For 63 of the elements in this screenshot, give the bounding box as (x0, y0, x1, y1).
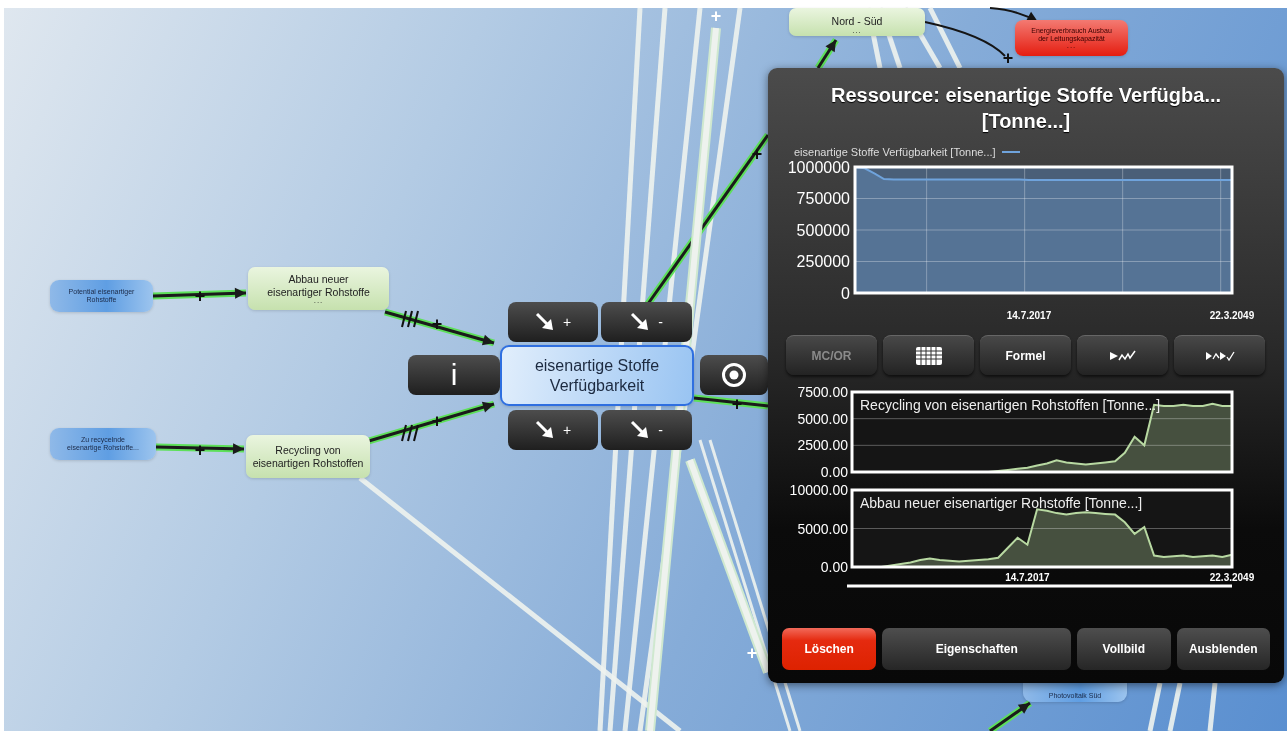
link-tool-button[interactable]: - (601, 410, 692, 450)
axis-tick-label: 7500.00 (797, 384, 848, 401)
panel-button[interactable]: Löschen (782, 628, 877, 670)
link-label: + (731, 394, 743, 414)
panel-title: Ressource: eisenartige Stoffe Verfügba... [Tonne...] (829, 83, 1223, 134)
sign-label: - (658, 422, 663, 438)
link-label: + (710, 6, 722, 26)
axis-tick-label: 22.3.2049 (1209, 310, 1255, 321)
link-line (1167, 682, 1183, 731)
play-step-icon (1204, 349, 1235, 362)
link-label: + (431, 411, 443, 431)
link-tool-button[interactable]: - (601, 302, 692, 342)
axis-tick-label: 22.3.2049 (1209, 572, 1255, 583)
link-label: + (194, 286, 206, 306)
target-icon (721, 362, 747, 388)
diagram-node[interactable]: Nord - Süd ... (789, 8, 925, 36)
link-tool-button[interactable]: + (508, 302, 598, 342)
arrow-icon (630, 312, 651, 332)
link-line (1207, 682, 1218, 731)
axis-tick-label: 250000 (796, 253, 850, 271)
axis-tick-label: 1000000 (787, 159, 850, 176)
sign-label: - (658, 314, 663, 330)
link-label: + (194, 440, 206, 460)
diagram-node[interactable]: Recycling von eisenartigen Rohstoffen (246, 435, 370, 478)
axis-tick-label: 5000.00 (797, 410, 848, 427)
arrow-icon (534, 312, 555, 332)
arrow-icon (534, 420, 555, 440)
diagram-node[interactable]: Abbau neuer eisenartiger Rohstoffe ... (248, 267, 389, 310)
link-label: + (751, 144, 763, 164)
axis-tick-label: 0.00 (820, 464, 848, 481)
link-line (927, 6, 963, 70)
play-chart-button[interactable] (1077, 335, 1168, 375)
play-curve-icon (1108, 348, 1137, 363)
legend-label: eisenartige Stoffe Verfügbarkeit [Tonne...] (794, 146, 996, 158)
axis-tick-label: 5000.00 (797, 520, 848, 537)
info-button[interactable]: i (408, 355, 500, 395)
axis-tick-label: 10000.00 (789, 482, 848, 499)
diagram-node[interactable]: eisenartige Stoffe Verfügbarkeit (500, 345, 694, 406)
axis-tick-label: 14.7.2017 (1006, 310, 1052, 321)
panel-button[interactable]: Vollbild (1077, 628, 1171, 670)
panel-button[interactable]: Eigenschaften (882, 628, 1071, 670)
toolbar-button[interactable]: Formel (980, 335, 1071, 375)
link-label: + (1002, 48, 1014, 68)
link-label: + (431, 314, 443, 334)
axis-tick-label: 0.00 (820, 559, 848, 576)
axis-tick-label: 500000 (796, 221, 850, 239)
axis-tick-label: 2500.00 (797, 437, 848, 454)
sign-label: + (562, 314, 572, 330)
panel-button[interactable]: Ausblenden (1176, 628, 1270, 670)
link-tool-button[interactable]: + (508, 410, 598, 450)
play-step-button[interactable] (1174, 335, 1265, 375)
table-button[interactable] (883, 335, 974, 375)
link-line (1147, 682, 1163, 731)
axis-tick-label: 0 (841, 284, 850, 302)
axis-tick-label: 750000 (796, 190, 850, 208)
link-label: + (746, 643, 758, 663)
table-icon (914, 345, 943, 366)
axis-tick-label: 14.7.2017 (1005, 572, 1050, 583)
arrow-icon (630, 420, 651, 440)
series-label: Abbau neuer eisenartiger Rohstoffe [Tonne...] (860, 495, 1143, 511)
sign-label: + (562, 422, 572, 438)
series-label: Recycling von eisenartigen Rohstoffen [Tonne...] (860, 397, 1161, 413)
target-button[interactable] (700, 355, 768, 395)
